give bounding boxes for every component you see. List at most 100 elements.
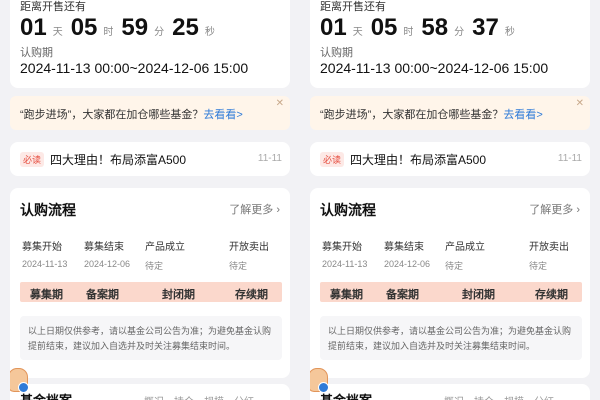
subscription-period-dates: 2024-11-13 00:00~2024-12-06 15:00 — [20, 60, 249, 76]
countdown-title: 距离开售还有 — [320, 1, 386, 13]
phase-bar: 募集期 备案期 封闭期 存续期 — [320, 282, 582, 302]
countdown-minutes: 58 — [421, 14, 449, 41]
step-label: 产品成立 — [445, 242, 485, 253]
countdown-minutes: 59 — [121, 14, 149, 41]
promo-banner-text: “跑步进场”，大家都在加仓哪些基金？去看看> — [20, 106, 243, 122]
step-raise-start: 募集开始 2024-11-13 — [22, 238, 67, 269]
fund-archive-card: 基金档案 概况 持仓 规模 分红 — [10, 384, 290, 400]
mascot-badge-icon — [18, 382, 29, 393]
step-label: 开放卖出 — [229, 242, 269, 253]
countdown-card: 距离开售还有 01 天 05 时 59 分 25 秒 认购期 2024-11-1… — [10, 0, 290, 88]
must-read-badge: 必读 — [20, 152, 45, 167]
tab-scale[interactable]: 规模 — [204, 393, 224, 400]
countdown-timer: 01 天 05 时 58 分 37 秒 — [320, 14, 523, 42]
fund-archive-card: 基金档案 概况 持仓 规模 分红 — [310, 384, 590, 400]
step-raise-start: 募集开始 2024-11-13 — [322, 238, 367, 269]
news-item[interactable]: 必读 四大理由！布局添富A500 11-11 — [10, 142, 290, 176]
countdown-seconds: 37 — [472, 14, 499, 41]
news-item[interactable]: 必读 四大理由！布局添富A500 11-11 — [310, 142, 590, 176]
step-date: 2024-11-13 — [322, 259, 368, 269]
step-raise-end: 募集结束 2024-12-06 — [384, 238, 430, 269]
news-date: 11-11 — [557, 153, 582, 164]
promo-banner-link[interactable]: 去看看> — [203, 109, 242, 121]
step-label: 开放卖出 — [529, 242, 569, 253]
countdown-days: 01 — [20, 14, 47, 41]
step-date: 待定 — [445, 261, 464, 271]
subscription-process-card: 认购流程 了解更多 › 募集开始 2024-11-13 募集结束 2024-12… — [10, 188, 290, 378]
disclaimer-note: 以上日期仅供参考，请以基金公司公告为准；为避免基金认购提前结束，建议加入自选并及… — [20, 316, 282, 360]
archive-tabs: 概况 持仓 规模 分红 — [444, 393, 554, 400]
unit-hour: 时 — [403, 27, 414, 38]
phase-ongoing: 存续期 — [235, 289, 268, 301]
countdown-hours: 05 — [70, 14, 98, 41]
tab-overview[interactable]: 概况 — [444, 393, 464, 400]
unit-minute: 分 — [454, 27, 465, 38]
step-date: 2024-12-06 — [84, 259, 131, 269]
step-label: 募集结束 — [384, 242, 424, 253]
step-label: 募集开始 — [322, 242, 362, 253]
promo-banner[interactable]: “跑步进场”，大家都在加仓哪些基金？去看看> ✕ — [10, 96, 290, 130]
disclaimer-text: 以上日期仅供参考，请以基金公司公告为准；为避免基金认购提前结束，建议加入自选并及… — [328, 326, 572, 351]
countdown-hours: 05 — [370, 14, 398, 41]
news-date: 11-11 — [257, 153, 282, 164]
subscription-period-dates: 2024-11-13 00:00~2024-12-06 15:00 — [320, 60, 549, 76]
phase-filing: 备案期 — [86, 289, 119, 301]
unit-minute: 分 — [154, 27, 165, 38]
subscription-period-label: 认购期 — [20, 47, 53, 59]
news-title[interactable]: 四大理由！布局添富A500 — [350, 151, 486, 168]
unit-second: 秒 — [204, 27, 215, 38]
step-open-sell: 开放卖出 待定 — [529, 238, 569, 272]
step-established: 产品成立 待定 — [445, 238, 485, 272]
tab-overview[interactable]: 概况 — [144, 393, 164, 400]
phase-raising: 募集期 — [30, 289, 63, 301]
step-date: 2024-12-06 — [384, 259, 431, 269]
step-raise-end: 募集结束 2024-12-06 — [84, 238, 130, 269]
phase-filing: 备案期 — [386, 289, 419, 301]
step-date: 待定 — [229, 261, 248, 271]
countdown-seconds: 25 — [172, 14, 199, 41]
archive-tabs: 概况 持仓 规模 分红 — [144, 393, 254, 400]
close-icon[interactable]: ✕ — [276, 98, 284, 109]
unit-hour: 时 — [103, 27, 114, 38]
unit-day: 天 — [52, 27, 63, 38]
countdown-card: 距离开售还有 01 天 05 时 58 分 37 秒 认购期 2024-11-1… — [310, 0, 590, 88]
tab-holdings[interactable]: 持仓 — [174, 393, 194, 400]
tab-scale[interactable]: 规模 — [504, 393, 524, 400]
fund-panel-left: 距离开售还有 01 天 05 时 59 分 25 秒 认购期 2024-11-1… — [10, 0, 300, 400]
tab-dividend[interactable]: 分红 — [234, 393, 254, 400]
promo-banner[interactable]: “跑步进场”，大家都在加仓哪些基金？去看看> ✕ — [310, 96, 590, 130]
unit-second: 秒 — [504, 27, 515, 38]
countdown-days: 01 — [320, 14, 347, 41]
step-date: 待定 — [529, 261, 548, 271]
tab-dividend[interactable]: 分红 — [534, 393, 554, 400]
step-date: 待定 — [145, 261, 164, 271]
subscription-period-label: 认购期 — [320, 47, 353, 59]
process-title: 认购流程 — [320, 202, 376, 218]
disclaimer-note: 以上日期仅供参考，请以基金公司公告为准；为避免基金认购提前结束，建议加入自选并及… — [320, 316, 582, 360]
promo-banner-message: “跑步进场”，大家都在加仓哪些基金？ — [320, 109, 504, 121]
disclaimer-text: 以上日期仅供参考，请以基金公司公告为准；为避免基金认购提前结束，建议加入自选并及… — [28, 326, 272, 351]
phase-ongoing: 存续期 — [535, 289, 568, 301]
step-open-sell: 开放卖出 待定 — [229, 238, 269, 272]
step-established: 产品成立 待定 — [145, 238, 185, 272]
tab-holdings[interactable]: 持仓 — [474, 393, 494, 400]
close-icon[interactable]: ✕ — [576, 98, 584, 109]
mascot-badge-icon — [318, 382, 329, 393]
unit-day: 天 — [352, 27, 363, 38]
step-label: 募集开始 — [22, 242, 62, 253]
mascot-avatar-icon[interactable] — [10, 364, 30, 394]
countdown-title: 距离开售还有 — [20, 1, 86, 13]
phase-closed: 封闭期 — [162, 289, 195, 301]
news-title[interactable]: 四大理由！布局添富A500 — [50, 151, 186, 168]
fund-panel-right: 距离开售还有 01 天 05 时 58 分 37 秒 认购期 2024-11-1… — [310, 0, 600, 400]
learn-more-link[interactable]: 了解更多 › — [229, 201, 280, 217]
promo-banner-message: “跑步进场”，大家都在加仓哪些基金？ — [20, 109, 204, 121]
promo-banner-link[interactable]: 去看看> — [503, 109, 542, 121]
mascot-avatar-icon[interactable] — [310, 364, 330, 394]
subscription-process-card: 认购流程 了解更多 › 募集开始 2024-11-13 募集结束 2024-12… — [310, 188, 590, 378]
phase-closed: 封闭期 — [462, 289, 495, 301]
promo-banner-text: “跑步进场”，大家都在加仓哪些基金？去看看> — [320, 106, 543, 122]
process-title: 认购流程 — [20, 202, 76, 218]
phase-bar: 募集期 备案期 封闭期 存续期 — [20, 282, 282, 302]
learn-more-link[interactable]: 了解更多 › — [529, 201, 580, 217]
